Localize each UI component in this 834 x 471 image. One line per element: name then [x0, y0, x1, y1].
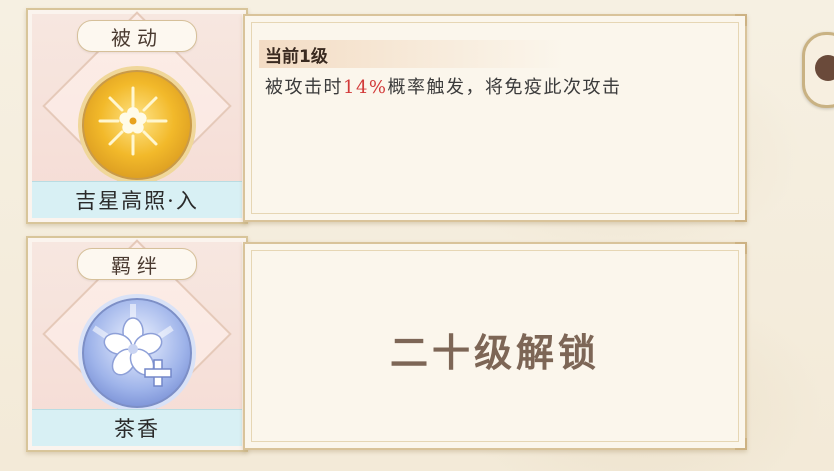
skill-name: 吉星高照·入	[32, 181, 242, 218]
skill-row-passive: 被动 吉星高照·入 当前1级 被攻击时14%概率触发，将免疫此次攻击	[0, 8, 834, 224]
description-text: 被攻击时	[265, 77, 343, 98]
corner-ornament	[735, 438, 747, 450]
corner-ornament	[735, 242, 747, 254]
skill-row-bond: 羁绊 茶香 二十级解锁	[0, 236, 834, 454]
skill-type-tag: 被动	[77, 20, 197, 52]
skill-level-label: 当前1级	[259, 40, 565, 68]
skill-description-panel: 当前1级 被攻击时14%概率触发，将免疫此次攻击	[243, 14, 747, 222]
skill-card-passive[interactable]: 被动 吉星高照·入	[26, 8, 248, 224]
sakura-plus-emblem-icon	[78, 294, 196, 412]
corner-ornament	[735, 210, 747, 222]
description-text: 概率触发，将免疫此次攻击	[387, 77, 622, 98]
skill-description: 被攻击时14%概率触发，将免疫此次攻击	[265, 74, 705, 102]
skill-locked-panel: 二十级解锁	[243, 242, 747, 450]
skill-card-bond[interactable]: 羁绊 茶香	[26, 236, 248, 452]
golden-flower-emblem-icon	[78, 66, 196, 184]
skill-type-tag: 羁绊	[77, 248, 197, 280]
skill-name: 茶香	[32, 409, 242, 446]
unlock-requirement-text: 二十级解锁	[389, 330, 600, 375]
corner-ornament	[735, 14, 747, 26]
trigger-chance: 14%	[343, 77, 388, 98]
